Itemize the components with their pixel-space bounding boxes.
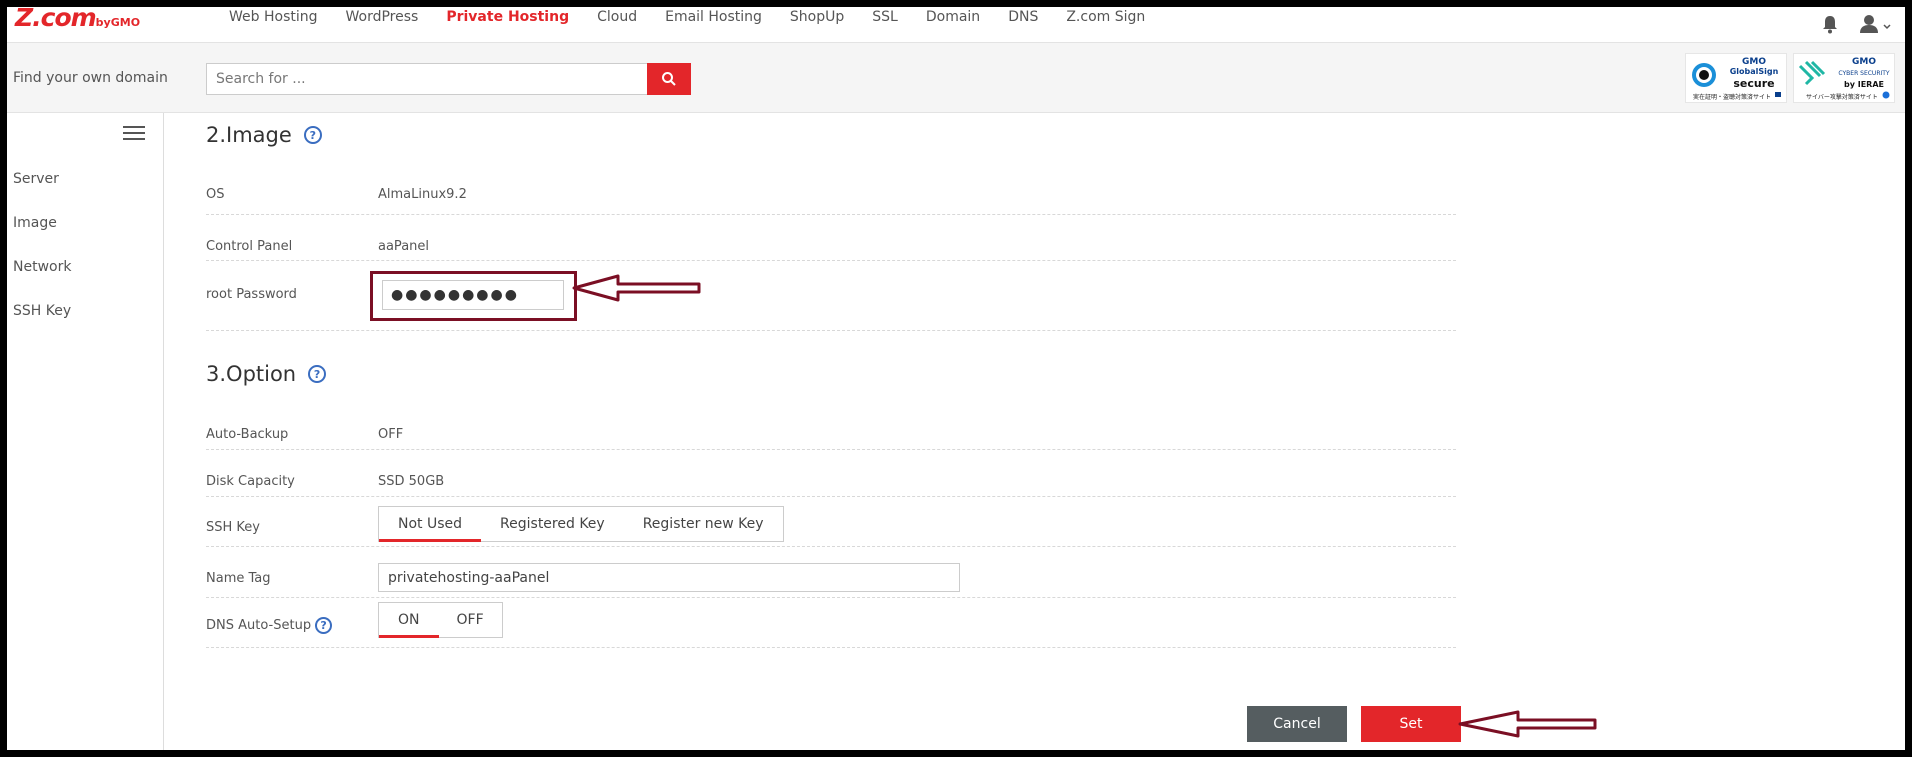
svg-text:GMO: GMO (1852, 57, 1876, 67)
control-panel-row: Control Panel aaPanel (206, 215, 1456, 261)
svg-text:GlobalSign: GlobalSign (1730, 67, 1779, 76)
nav-shopup[interactable]: ShopUp (790, 9, 844, 25)
svg-text:by IERAE: by IERAE (1844, 80, 1884, 89)
image-section-title: 2.Image ? (206, 123, 322, 147)
control-panel-label: Control Panel (206, 239, 293, 254)
ssh-key-label: SSH Key (206, 520, 260, 535)
svg-text:サイバー攻撃対策済サイト: サイバー攻撃対策済サイト (1806, 93, 1878, 101)
root-password-label: root Password (206, 287, 297, 302)
dns-option-on[interactable]: ON (379, 603, 439, 638)
name-tag-label: Name Tag (206, 571, 271, 586)
dns-option-off[interactable]: OFF (439, 603, 502, 637)
sidebar-item-server[interactable]: Server (13, 171, 59, 187)
search-icon (662, 72, 676, 86)
auto-backup-value: OFF (378, 427, 404, 442)
nav-cloud[interactable]: Cloud (597, 9, 637, 25)
ssh-option-not-used[interactable]: Not Used (379, 507, 482, 542)
domain-search-bar: Find your own domain GMO GlobalSign secu… (7, 43, 1905, 113)
root-password-input[interactable] (382, 280, 564, 310)
password-annotation-arrow-icon (572, 274, 701, 302)
set-annotation-arrow-icon (1458, 710, 1597, 738)
zcom-logo[interactable]: Z.combyGMO (15, 7, 140, 32)
main-content: 2.Image ? OS AlmaLinux9.2 Control Panel … (206, 113, 1456, 750)
nav-web-hosting[interactable]: Web Hosting (229, 9, 318, 25)
ssh-option-registered-key[interactable]: Registered Key (481, 507, 624, 541)
dns-auto-setup-row: DNS Auto-Setup ? ON OFF (206, 598, 1456, 648)
os-value: AlmaLinux9.2 (378, 187, 467, 202)
dns-auto-setup-toggle: ON OFF (378, 602, 503, 638)
nav-dns[interactable]: DNS (1008, 9, 1038, 25)
ierae-cyber-security-badge[interactable]: GMO CYBER SECURITY by IERAE サイバー攻撃対策済サイト (1793, 53, 1895, 103)
sidebar-item-image[interactable]: Image (13, 215, 57, 231)
nav-email-hosting[interactable]: Email Hosting (665, 9, 762, 25)
svg-text:GMO: GMO (1742, 57, 1766, 67)
svg-text:secure: secure (1733, 77, 1774, 90)
disk-capacity-label: Disk Capacity (206, 474, 295, 489)
ssh-option-register-new-key[interactable]: Register new Key (624, 507, 783, 541)
dns-auto-setup-label: DNS Auto-Setup (206, 618, 312, 633)
chevron-down-icon (1883, 24, 1891, 30)
auto-backup-row: Auto-Backup OFF (206, 393, 1456, 450)
name-tag-row: Name Tag (206, 547, 1456, 598)
nav-domain[interactable]: Domain (926, 9, 980, 25)
nav-wordpress[interactable]: WordPress (346, 9, 419, 25)
bell-icon[interactable] (1819, 13, 1841, 35)
sidebar-item-ssh-key[interactable]: SSH Key (13, 303, 71, 319)
sidebar-item-network[interactable]: Network (13, 259, 71, 275)
find-domain-label: Find your own domain (13, 70, 168, 86)
hamburger-menu-icon[interactable] (123, 126, 145, 142)
control-panel-value: aaPanel (378, 239, 430, 254)
ssh-key-selector: Not Used Registered Key Register new Key (378, 506, 784, 542)
image-help-icon[interactable]: ? (303, 126, 322, 144)
svg-text:実在証明・盗聴対策済サイト: 実在証明・盗聴対策済サイト (1693, 93, 1771, 101)
auto-backup-label: Auto-Backup (206, 427, 289, 442)
name-tag-input[interactable] (378, 563, 960, 592)
search-button[interactable] (647, 63, 691, 95)
domain-search-input[interactable] (206, 63, 648, 95)
disk-capacity-row: Disk Capacity SSD 50GB (206, 450, 1456, 497)
os-row: OS AlmaLinux9.2 (206, 155, 1456, 215)
option-help-icon[interactable]: ? (308, 365, 327, 383)
nav-ssl[interactable]: SSL (872, 9, 898, 25)
disk-capacity-value: SSD 50GB (378, 474, 445, 489)
nav-private-hosting[interactable]: Private Hosting (446, 9, 569, 25)
option-section-heading: 3.Option (206, 362, 297, 386)
set-button[interactable]: Set (1361, 706, 1461, 742)
app-window: Z.combyGMO Web Hosting WordPress Private… (7, 7, 1905, 750)
dns-help-icon[interactable]: ? (315, 617, 333, 634)
globalsign-secure-badge[interactable]: GMO GlobalSign secure 実在証明・盗聴対策済サイト (1685, 53, 1787, 103)
top-navigation: Z.combyGMO Web Hosting WordPress Private… (7, 7, 1905, 43)
svg-text:CYBER SECURITY: CYBER SECURITY (1838, 70, 1890, 77)
image-section-heading: 2.Image (206, 123, 292, 147)
nav-zcom-sign[interactable]: Z.com Sign (1066, 9, 1145, 25)
ssh-key-row: SSH Key Not Used Registered Key Register… (206, 497, 1456, 547)
sidebar: Server Image Network SSH Key (7, 113, 164, 750)
cancel-button[interactable]: Cancel (1247, 706, 1347, 742)
main-nav: Web Hosting WordPress Private Hosting Cl… (229, 9, 1173, 25)
user-icon[interactable] (1858, 13, 1892, 35)
option-section-title: 3.Option ? (206, 362, 327, 386)
os-label: OS (206, 187, 225, 202)
dns-auto-setup-label-wrap: DNS Auto-Setup ? (206, 617, 333, 634)
